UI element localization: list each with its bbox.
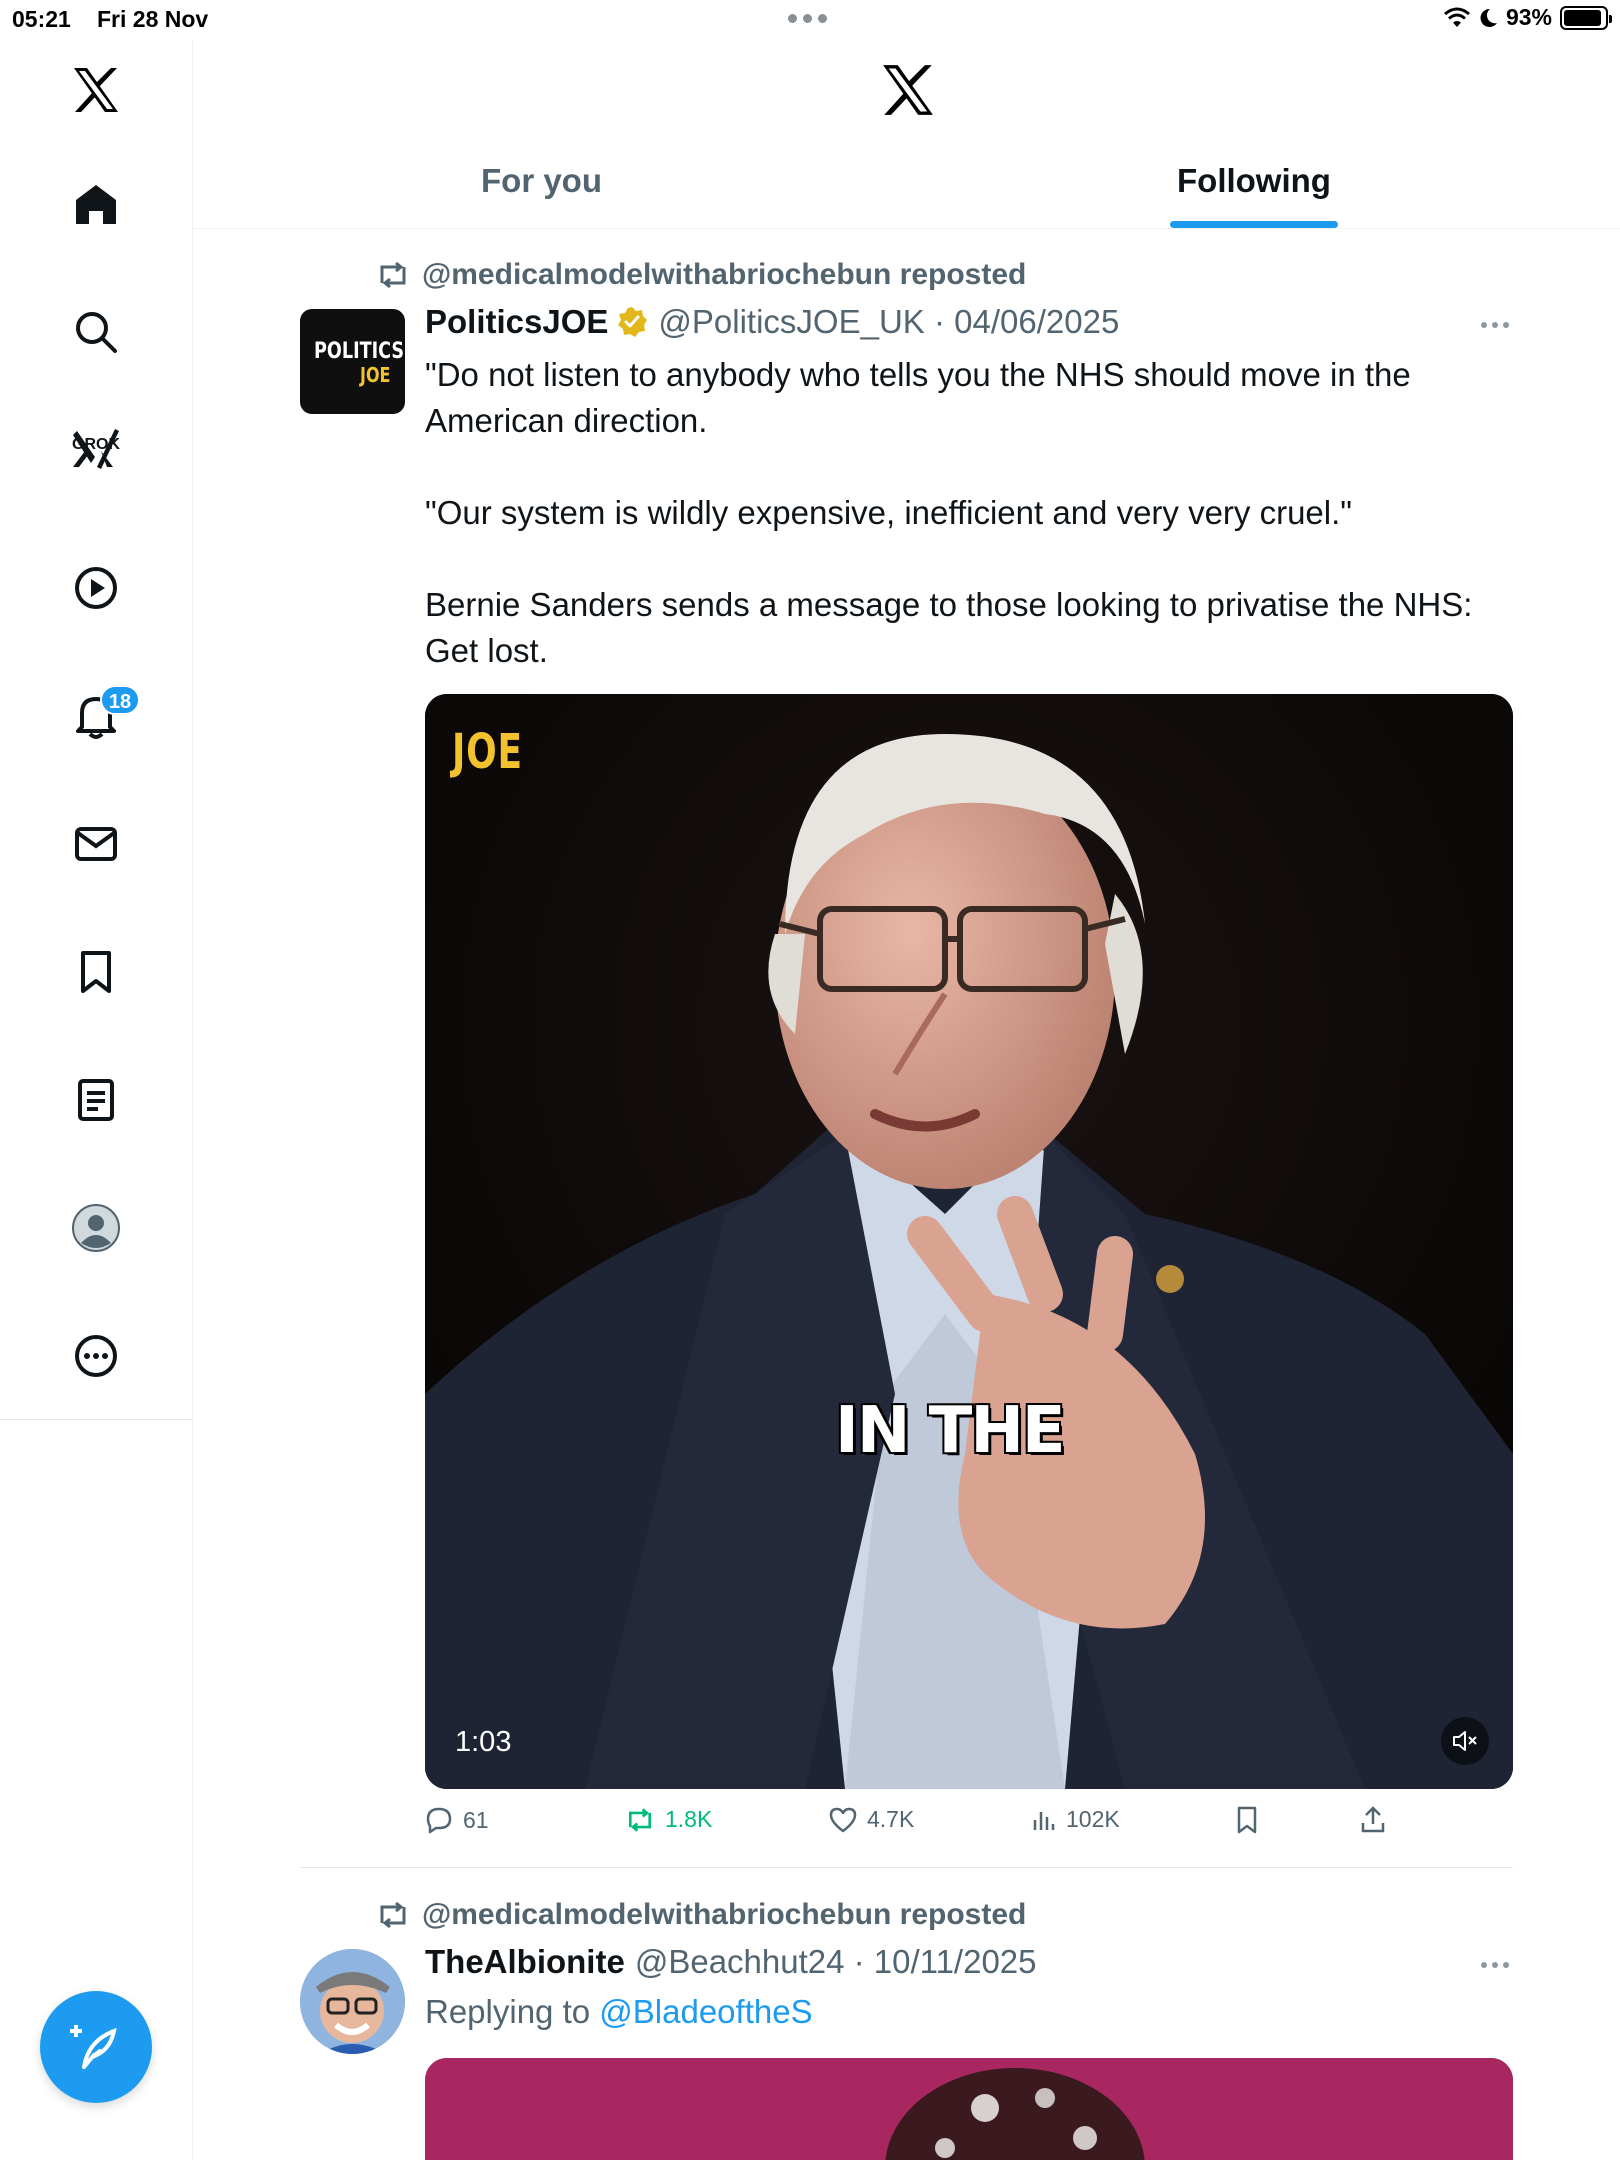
timeline-tabs: For you Following xyxy=(193,140,1620,229)
share-button[interactable] xyxy=(1360,1806,1386,1834)
repost-by-text-2: @medicalmodelwithabriochebun reposted xyxy=(422,1898,1027,1931)
status-time: 05:21 xyxy=(12,6,71,32)
notifications-badge: 18 xyxy=(100,685,140,715)
wifi-icon xyxy=(1443,7,1470,27)
post-video[interactable]: JOE IN THE 1:03 xyxy=(425,694,1513,1789)
lists-icon[interactable] xyxy=(68,1072,124,1128)
status-bar: 05:21 Fri 28 Nov 93% xyxy=(0,0,1620,40)
more-options-icon[interactable] xyxy=(68,1328,124,1384)
active-tab-indicator xyxy=(1170,221,1338,228)
like-button[interactable]: 4.7K xyxy=(829,1806,914,1833)
messages-envelope-icon[interactable] xyxy=(68,816,124,872)
video-duration: 1:03 xyxy=(455,1726,512,1758)
thealbionite-avatar[interactable] xyxy=(300,1949,405,2054)
post-text: "Do not listen to anybody who tells you … xyxy=(425,356,1473,669)
post-divider xyxy=(300,1867,1513,1868)
repost-count: 1.8K xyxy=(665,1806,713,1832)
repost-indicator: @medicalmodelwithabriochebun reposted xyxy=(376,258,1026,292)
views-button[interactable]: 102K xyxy=(1032,1806,1120,1833)
x-logo-icon[interactable] xyxy=(68,62,124,118)
compose-post-button[interactable] xyxy=(40,1991,152,2103)
author-name-2[interactable]: TheAlbionite xyxy=(425,1943,625,1981)
tab-following[interactable]: Following xyxy=(1177,162,1331,212)
bookmark-button[interactable] xyxy=(1235,1806,1259,1834)
repost-icon xyxy=(380,1901,406,1929)
author-name[interactable]: PoliticsJOE xyxy=(425,303,608,341)
speaker-muted-icon xyxy=(1453,1731,1477,1751)
reply-icon xyxy=(426,1807,452,1834)
replying-to-prefix: Replying to xyxy=(425,1993,591,2030)
repost-indicator-2: @medicalmodelwithabriochebun reposted xyxy=(376,1898,1026,1932)
replying-to-handle[interactable]: @BladeoftheS xyxy=(599,1993,812,2030)
post-2-media[interactable] xyxy=(425,2058,1513,2160)
video-frame-image xyxy=(425,694,1513,1789)
reply-button[interactable]: 61 xyxy=(425,1806,489,1834)
politicsjoe-avatar[interactable]: POLITICS JOE xyxy=(300,309,405,414)
multitasking-dots[interactable] xyxy=(788,14,827,23)
author-handle-date[interactable]: @PoliticsJOE_UK · 04/06/2025 xyxy=(658,303,1119,341)
post-more-icon-2[interactable] xyxy=(1481,1962,1509,1968)
video-caption: IN THE xyxy=(835,1394,1066,1468)
share-upload-icon xyxy=(1361,1806,1385,1833)
bookmarks-icon[interactable] xyxy=(68,944,124,1000)
views-count: 102K xyxy=(1066,1806,1120,1832)
repost-action-icon xyxy=(628,1807,652,1832)
post-header: PoliticsJOE @PoliticsJOE_UK · 04/06/2025 xyxy=(425,303,1119,341)
video-play-icon[interactable] xyxy=(68,560,124,616)
repost-icon xyxy=(380,261,406,289)
home-icon[interactable] xyxy=(68,176,124,232)
author-handle-date-2[interactable]: @Beachhut24 · 10/11/2025 xyxy=(635,1943,1037,1981)
avatar-photo xyxy=(300,1949,405,2054)
avatar-logo-joe: JOE xyxy=(360,363,391,387)
moon-icon xyxy=(1480,8,1497,27)
bookmark-action-icon xyxy=(1237,1806,1257,1834)
search-icon[interactable] xyxy=(68,304,124,360)
tab-for-you[interactable]: For you xyxy=(481,162,602,212)
post-more-icon[interactable] xyxy=(1481,322,1509,328)
verified-badge-icon xyxy=(616,306,648,338)
grok-label: GROK xyxy=(72,436,120,453)
video-joe-logo: JOE xyxy=(452,724,523,780)
like-count: 4.7K xyxy=(867,1806,915,1832)
views-chart-icon xyxy=(1033,1811,1055,1830)
battery-percent: 93% xyxy=(1505,4,1552,30)
status-date: Fri 28 Nov xyxy=(97,6,209,32)
compose-feather-icon xyxy=(70,2025,117,2069)
sidebar-divider xyxy=(0,1419,193,1420)
post-actions: 61 1.8K 4.7K 102K xyxy=(425,1806,1425,1846)
replying-to: Replying to @BladeoftheS xyxy=(425,1993,813,2031)
avatar-logo-politics: POLITICS xyxy=(314,339,405,364)
repost-by-text: @medicalmodelwithabriochebun reposted xyxy=(422,258,1027,291)
reply-count: 61 xyxy=(463,1806,489,1833)
repost-button[interactable]: 1.8K xyxy=(625,1806,712,1833)
post-2-image xyxy=(425,2058,1513,2160)
profile-avatar-icon[interactable] xyxy=(68,1200,124,1256)
header-x-logo-icon xyxy=(880,64,936,116)
battery-icon xyxy=(1560,5,1612,30)
post-header-2: TheAlbionite @Beachhut24 · 10/11/2025 xyxy=(425,1943,1037,1981)
status-right: 93% xyxy=(1443,4,1612,31)
heart-icon xyxy=(829,1807,857,1832)
mute-button[interactable] xyxy=(1441,1717,1489,1765)
